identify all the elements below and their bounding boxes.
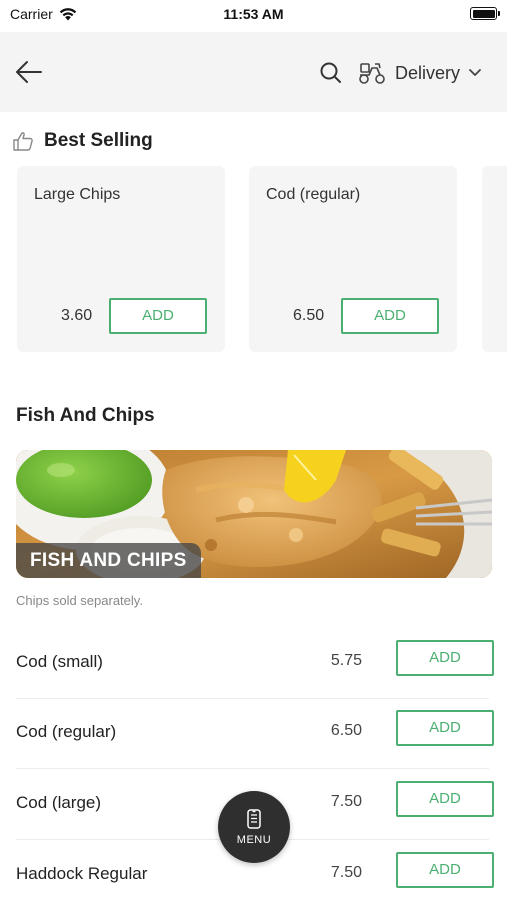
item-name: Cod (large): [16, 793, 102, 812]
category-banner: FISH AND CHIPS: [16, 450, 492, 578]
card-item-name: Large Chips: [34, 186, 121, 203]
card-item-price: 3.60: [61, 307, 93, 324]
add-button[interactable]: ADD: [109, 298, 207, 334]
add-button[interactable]: ADD: [396, 781, 494, 817]
back-button[interactable]: [14, 58, 44, 86]
battery-icon: [470, 7, 500, 20]
status-bar: Carrier 11:53 AM: [0, 0, 507, 30]
item-price: 7.50: [330, 793, 362, 810]
item-name: Haddock Regular: [16, 864, 148, 883]
add-button[interactable]: ADD: [396, 640, 494, 676]
item-price: 6.50: [330, 722, 362, 739]
chevron-down-icon: [469, 69, 481, 76]
status-time: 11:53 AM: [223, 6, 284, 22]
search-button[interactable]: [318, 60, 344, 86]
item-price: 5.75: [330, 652, 362, 669]
scooter-icon: [359, 63, 385, 84]
menu-phone-icon: [247, 809, 261, 829]
item-name: Cod (regular): [16, 722, 117, 741]
thumbs-up-icon: [13, 132, 33, 151]
best-selling-card[interactable]: Large Chips 3.60 ADD: [17, 166, 225, 352]
menu-fab-button[interactable]: MENU: [218, 791, 290, 863]
card-item-name: Cod (regular): [266, 186, 361, 203]
menu-item-row: Cod (small) 5.75 ADD: [0, 629, 507, 699]
add-button[interactable]: ADD: [396, 852, 494, 888]
best-selling-title: Best Selling: [44, 130, 153, 151]
banner-label: FISH AND CHIPS: [30, 549, 187, 571]
back-arrow-icon: [16, 61, 42, 83]
best-selling-heading: Best Selling: [12, 130, 153, 152]
category-title: Fish And Chips: [16, 405, 155, 426]
banner-label-band: FISH AND CHIPS: [16, 543, 201, 578]
add-button[interactable]: ADD: [341, 298, 439, 334]
top-app-bar: Delivery: [0, 32, 507, 112]
menu-item-row: Cod (regular) 6.50 ADD: [0, 699, 507, 769]
search-icon: [320, 62, 341, 83]
menu-label: MENU: [236, 834, 272, 846]
delivery-mode-selector[interactable]: Delivery: [357, 56, 482, 90]
best-selling-card[interactable]: Cod (regular) 6.50 ADD: [249, 166, 457, 352]
item-name: Cod (small): [16, 652, 103, 671]
delivery-label: Delivery: [395, 62, 461, 83]
best-selling-card-peek[interactable]: [482, 166, 507, 352]
add-button[interactable]: ADD: [396, 710, 494, 746]
row-divider: [16, 768, 489, 769]
category-note: Chips sold separately.: [16, 593, 143, 608]
item-price: 7.50: [330, 864, 362, 881]
card-item-price: 6.50: [293, 307, 325, 324]
